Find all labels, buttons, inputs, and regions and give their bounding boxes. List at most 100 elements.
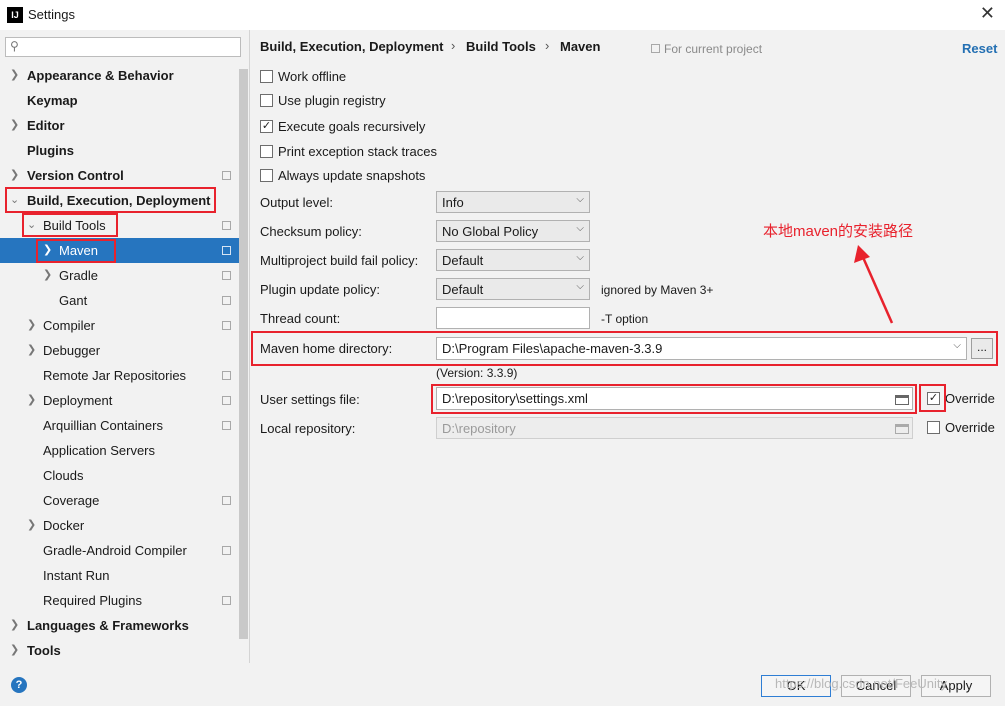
breadcrumb-maven: Maven	[560, 39, 601, 54]
search-input[interactable]	[28, 39, 237, 57]
sidebar-item-gradle[interactable]: ❯ Gradle	[0, 263, 239, 288]
sidebar-item-label: Application Servers	[43, 443, 155, 458]
close-icon[interactable]: ✕	[980, 3, 995, 24]
sidebar-item-languages-frameworks[interactable]: ❯ Languages & Frameworks	[0, 613, 239, 638]
sidebar-item-application-servers[interactable]: Application Servers	[0, 438, 239, 463]
chevron-down-icon: ⌵	[953, 340, 961, 351]
sidebar-item-label: Editor	[27, 118, 65, 133]
sidebar-item-label: Keymap	[27, 93, 78, 108]
checkbox-label: Always update snapshots	[278, 168, 426, 183]
project-scope-icon	[222, 496, 231, 505]
user-settings-file-label: User settings file:	[260, 392, 360, 407]
project-scope-icon	[222, 321, 231, 330]
sidebar-item-label: Clouds	[43, 468, 84, 483]
sidebar-item-label: Appearance & Behavior	[27, 68, 174, 83]
local-repository-label: Local repository:	[260, 421, 356, 436]
sidebar-item-label: Build Tools	[43, 218, 106, 233]
sidebar-item-gradle-android-compiler[interactable]: Gradle-Android Compiler	[0, 538, 239, 563]
maven-home-browse-button[interactable]: ...	[971, 338, 993, 359]
sidebar-item-plugins[interactable]: Plugins	[0, 138, 239, 163]
folder-icon[interactable]	[895, 395, 909, 405]
sidebar-item-gant[interactable]: Gant	[0, 288, 239, 313]
user-settings-file-input[interactable]: D:\repository\settings.xml	[436, 387, 913, 410]
output-level-dropdown[interactable]: Info ⌵	[436, 191, 590, 213]
checkbox-box[interactable]	[260, 94, 273, 107]
sidebar-item-clouds[interactable]: Clouds	[0, 463, 239, 488]
checkbox-box[interactable]	[927, 421, 940, 434]
plugin-update-policy-dropdown[interactable]: Default ⌵	[436, 278, 590, 300]
chevron-right-icon: ❯	[43, 269, 53, 281]
checkmark-icon[interactable]: ✓	[260, 120, 273, 133]
multiproject-fail-policy-dropdown[interactable]: Default ⌵	[436, 249, 590, 271]
search-icon: ⚲	[10, 39, 19, 53]
sidebar-item-tools[interactable]: ❯ Tools	[0, 638, 239, 663]
sidebar-item-remote-jar-repositories[interactable]: Remote Jar Repositories	[0, 363, 239, 388]
chevron-right-icon: ❯	[43, 244, 53, 256]
sidebar-item-label: Docker	[43, 518, 85, 533]
sidebar-item-label: Arquillian Containers	[43, 418, 163, 433]
output-level-label: Output level:	[260, 195, 333, 210]
breadcrumb-separator-icon: ›	[545, 38, 550, 53]
checkbox-box[interactable]	[260, 169, 273, 182]
sidebar-item-coverage[interactable]: Coverage	[0, 488, 239, 513]
checkbox-box[interactable]	[260, 70, 273, 83]
sidebar-item-editor[interactable]: ❯ Editor	[0, 113, 239, 138]
checkbox-label: Work offline	[278, 69, 347, 84]
plugin-update-policy-label: Plugin update policy:	[260, 282, 380, 297]
sidebar-item-label: Gradle	[59, 268, 99, 283]
project-scope-icon	[222, 221, 231, 230]
sidebar-item-label: Gant	[59, 293, 88, 308]
chevron-down-icon: ⌄	[27, 219, 37, 231]
project-scope-icon	[222, 371, 231, 380]
sidebar-item-debugger[interactable]: ❯ Debugger	[0, 338, 239, 363]
maven-home-value: D:\Program Files\apache-maven-3.3.9	[442, 341, 663, 356]
sidebar-item-instant-run[interactable]: Instant Run	[0, 563, 239, 588]
sidebar-item-build-tools[interactable]: ⌄ Build Tools	[0, 213, 239, 238]
sidebar-item-appearance-behavior[interactable]: ❯ Appearance & Behavior	[0, 63, 239, 88]
local-repository-value: D:\repository	[442, 421, 516, 436]
sidebar-item-version-control[interactable]: ❯ Version Control	[0, 163, 239, 188]
maven-settings-panel: Build, Execution, Deployment › Build Too…	[250, 30, 1005, 663]
chevron-down-icon: ⌵	[576, 252, 584, 263]
folder-icon[interactable]	[895, 424, 909, 434]
sidebar-scrollbar[interactable]	[239, 69, 248, 639]
thread-count-input[interactable]	[436, 307, 590, 329]
plugin-update-policy-note: ignored by Maven 3+	[601, 283, 714, 297]
chevron-right-icon: ❯	[10, 119, 20, 131]
checkmark-icon[interactable]: ✓	[927, 392, 940, 405]
maven-home-label: Maven home directory:	[260, 341, 393, 356]
breadcrumb-build-tools[interactable]: Build Tools	[466, 39, 536, 54]
chevron-right-icon: ❯	[10, 169, 20, 181]
thread-count-label: Thread count:	[260, 311, 341, 326]
sidebar-item-deployment[interactable]: ❯ Deployment	[0, 388, 239, 413]
checksum-policy-dropdown[interactable]: No Global Policy ⌵	[436, 220, 590, 242]
help-icon[interactable]: ?	[11, 677, 27, 693]
sidebar-item-label: Remote Jar Repositories	[43, 368, 187, 383]
sidebar-item-label: Gradle-Android Compiler	[43, 543, 187, 558]
reset-link[interactable]: Reset	[962, 41, 997, 56]
sidebar-item-arquillian-containers[interactable]: Arquillian Containers	[0, 413, 239, 438]
project-scope-icon	[222, 396, 231, 405]
intellij-app-icon: IJ	[7, 7, 23, 23]
dropdown-value: Info	[442, 195, 464, 210]
local-repository-input[interactable]: D:\repository	[436, 417, 913, 439]
multiproject-fail-policy-label: Multiproject build fail policy:	[260, 253, 419, 268]
checkbox-label: Execute goals recursively	[278, 119, 426, 134]
chevron-down-icon: ⌵	[576, 281, 584, 292]
checkbox-label: Override	[945, 391, 995, 406]
sidebar-item-compiler[interactable]: ❯ Compiler	[0, 313, 239, 338]
project-scope-icon	[222, 421, 231, 430]
search-field[interactable]: ⚲	[5, 37, 241, 57]
sidebar-item-required-plugins[interactable]: Required Plugins	[0, 588, 239, 613]
sidebar-item-maven[interactable]: ❯ Maven	[0, 238, 239, 263]
checkbox-label: Override	[945, 420, 995, 435]
checkbox-label: Use plugin registry	[278, 93, 386, 108]
maven-home-combobox[interactable]: D:\Program Files\apache-maven-3.3.9 ⌵	[436, 337, 967, 360]
sidebar-item-keymap[interactable]: Keymap	[0, 88, 239, 113]
sidebar-item-docker[interactable]: ❯ Docker	[0, 513, 239, 538]
breadcrumb-build-execution-deployment[interactable]: Build, Execution, Deployment	[260, 39, 443, 54]
sidebar-item-build-execution-deployment[interactable]: ⌄ Build, Execution, Deployment	[0, 188, 239, 213]
chevron-right-icon: ❯	[27, 519, 37, 531]
checkbox-box[interactable]	[260, 145, 273, 158]
sidebar-item-label: Coverage	[43, 493, 100, 508]
